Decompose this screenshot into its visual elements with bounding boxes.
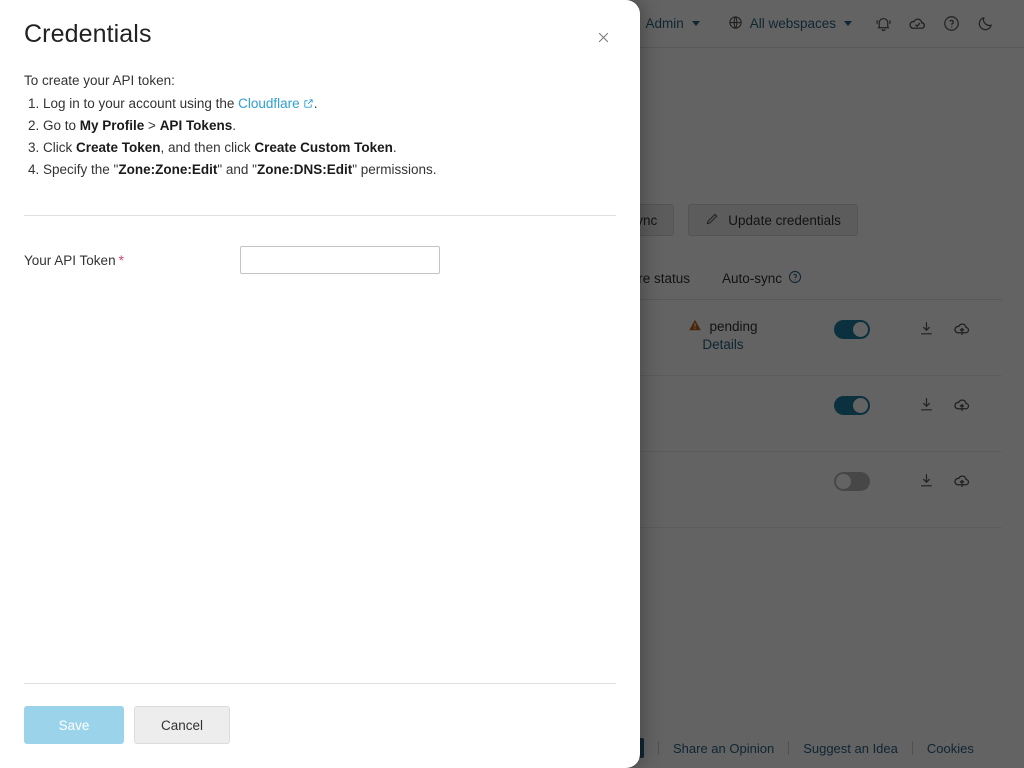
step-4-prefix: Specify the " — [43, 162, 118, 177]
save-button[interactable]: Save — [24, 706, 124, 744]
api-token-input[interactable] — [240, 246, 440, 274]
divider — [24, 215, 616, 216]
step-2-bold-2: API Tokens — [160, 118, 233, 133]
step-2-suffix: . — [232, 118, 236, 133]
step-3-suffix: . — [393, 140, 397, 155]
instruction-step-3: Click Create Token, and then click Creat… — [43, 140, 616, 156]
credentials-dialog: Credentials To create your API token: Lo… — [0, 0, 640, 768]
step-2-prefix: Go to — [43, 118, 80, 133]
api-token-field-row: Your API Token* — [24, 246, 616, 274]
api-token-label: Your API Token* — [24, 253, 240, 268]
dialog-spacer — [24, 274, 616, 683]
dialog-intro: To create your API token: — [24, 74, 616, 88]
step-4-bold-1: Zone:Zone:Edit — [118, 162, 217, 177]
close-icon[interactable] — [590, 24, 616, 50]
step-3-bold-2: Create Custom Token — [254, 140, 393, 155]
step-2-bold-1: My Profile — [80, 118, 145, 133]
step-4-suffix: " permissions. — [352, 162, 436, 177]
cloudflare-link[interactable]: Cloudflare — [238, 96, 300, 111]
step-3-bold-1: Create Token — [76, 140, 161, 155]
instruction-step-2: Go to My Profile > API Tokens. — [43, 118, 616, 134]
external-link-icon — [303, 97, 314, 113]
step-2-mid: > — [144, 118, 159, 133]
cancel-button[interactable]: Cancel — [134, 706, 230, 744]
required-marker: * — [119, 253, 124, 268]
step-3-mid: , and then click — [161, 140, 255, 155]
instruction-step-1: Log in to your account using the Cloudfl… — [43, 96, 616, 113]
dialog-header: Credentials — [24, 0, 616, 50]
dialog-actions: Save Cancel — [24, 684, 616, 768]
step-1-prefix: Log in to your account using the — [43, 96, 238, 111]
instruction-step-4: Specify the "Zone:Zone:Edit" and "Zone:D… — [43, 162, 616, 178]
instruction-steps: Log in to your account using the Cloudfl… — [24, 96, 616, 184]
step-4-mid: " and " — [217, 162, 257, 177]
step-3-prefix: Click — [43, 140, 76, 155]
dialog-title: Credentials — [24, 20, 152, 49]
step-4-bold-2: Zone:DNS:Edit — [257, 162, 352, 177]
step-1-suffix: . — [314, 96, 318, 111]
api-token-label-text: Your API Token — [24, 253, 116, 268]
